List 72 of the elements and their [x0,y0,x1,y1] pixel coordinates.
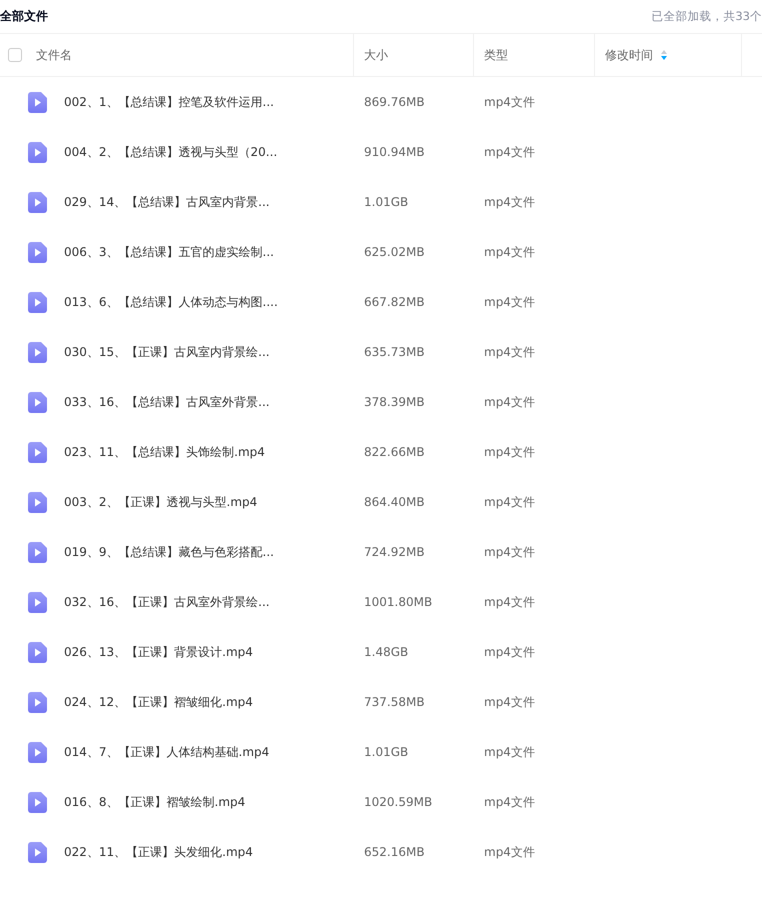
select-all-checkbox[interactable] [8,48,22,62]
video-file-icon [28,492,47,512]
file-type: mp4文件 [483,594,536,610]
file-type: mp4文件 [483,194,536,210]
column-header[interactable]: 大小 [354,46,388,64]
file-name[interactable]: 013、6、【总结课】人体动态与构图.... [64,294,278,310]
video-file-icon [28,642,47,662]
file-size: 737.58MB [363,695,426,709]
file-name[interactable]: 022、11、【正课】头发细化.mp4 [64,844,253,860]
column-header[interactable]: 文件名 [22,46,72,64]
column-header[interactable]: 类型 [474,46,508,64]
file-size: 667.82MB [363,295,426,309]
video-file-icon [28,542,47,562]
column-header[interactable]: 修改时间 [595,46,653,64]
video-file-icon [28,242,47,262]
file-type: mp4文件 [483,544,536,560]
file-name[interactable]: 026、13、【正课】背景设计.mp4 [64,644,253,660]
file-type: mp4文件 [483,244,536,260]
file-name[interactable]: 029、14、【总结课】古风室内背景... [64,194,270,210]
file-size: 910.94MB [363,145,426,159]
file-name[interactable]: 004、2、【总结课】透视与头型（20... [64,144,278,160]
video-file-icon [28,842,47,862]
file-type: mp4文件 [483,394,536,410]
file-name[interactable]: 032、16、【正课】古风室外背景绘... [64,594,270,610]
file-type: mp4文件 [483,444,536,460]
file-type: mp4文件 [483,344,536,360]
file-size: 1.01GB [363,745,410,759]
video-file-icon [28,442,47,462]
file-name[interactable]: 019、9、【总结课】藏色与色彩搭配... [64,544,274,560]
file-type: mp4文件 [483,744,536,760]
load-status: 已全部加载，共33个 [651,9,762,24]
video-file-icon [28,292,47,312]
file-type: mp4文件 [483,794,536,810]
video-file-icon [28,92,47,112]
file-size: 635.73MB [363,345,426,359]
file-type: mp4文件 [483,694,536,710]
file-type: mp4文件 [483,494,536,510]
video-file-icon [28,692,47,712]
file-size: 864.40MB [363,495,426,509]
file-type: mp4文件 [483,644,536,660]
video-file-icon [28,342,47,362]
file-size: 1020.59MB [363,795,434,809]
file-type: mp4文件 [483,94,536,110]
file-name[interactable]: 033、16、【总结课】古风室外背景... [64,394,270,410]
video-file-icon [28,792,47,812]
file-name[interactable]: 003、2、【正课】透视与头型.mp4 [64,494,258,510]
sort-icon[interactable] [661,50,667,60]
file-size: 378.39MB [363,395,426,409]
file-size: 1001.80MB [363,595,434,609]
file-name[interactable]: 014、7、【正课】人体结构基础.mp4 [64,744,270,760]
file-size: 869.76MB [363,95,426,109]
video-file-icon [28,742,47,762]
file-name[interactable]: 030、15、【正课】古风室内背景绘... [64,344,270,360]
file-size: 724.92MB [363,545,426,559]
file-type: mp4文件 [483,844,536,860]
file-size: 1.01GB [363,195,410,209]
file-name[interactable]: 016、8、【正课】褶皱绘制.mp4 [64,794,246,810]
file-size: 652.16MB [363,845,426,859]
video-file-icon [28,142,47,162]
file-size: 625.02MB [363,245,426,259]
video-file-icon [28,192,47,212]
file-type: mp4文件 [483,294,536,310]
file-name[interactable]: 006、3、【总结课】五官的虚实绘制... [64,244,274,260]
file-size: 1.48GB [363,645,410,659]
file-type: mp4文件 [483,144,536,160]
file-name[interactable]: 002、1、【总结课】控笔及软件运用... [64,94,274,110]
video-file-icon [28,592,47,612]
file-name[interactable]: 023、11、【总结课】头饰绘制.mp4 [64,444,265,460]
file-size: 822.66MB [363,445,426,459]
file-name[interactable]: 024、12、【正课】褶皱细化.mp4 [64,694,253,710]
video-file-icon [28,392,47,412]
page-title: 全部文件 [0,8,48,25]
